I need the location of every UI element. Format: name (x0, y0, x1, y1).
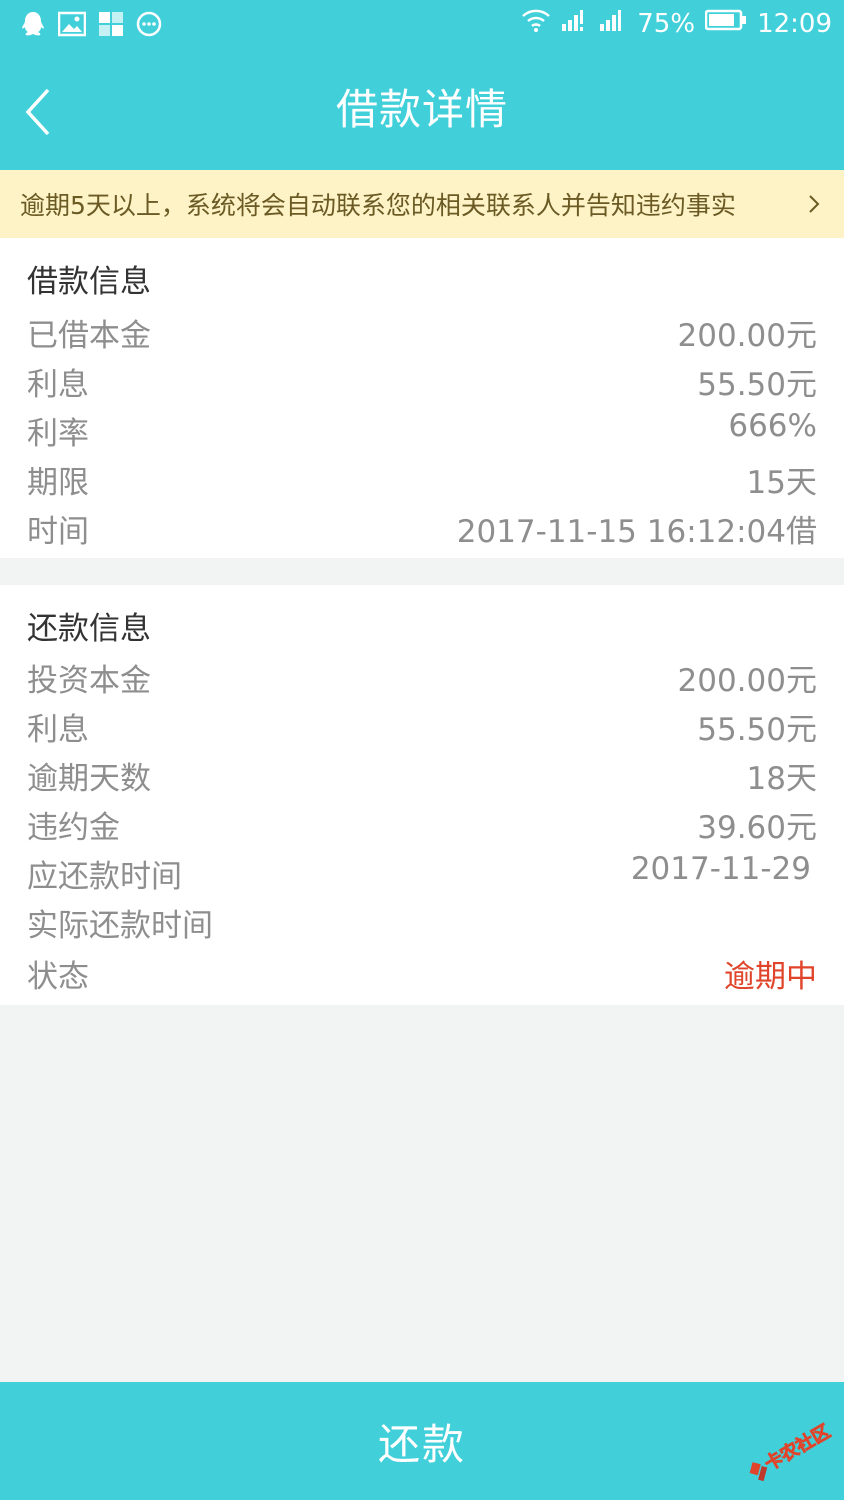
row-value: 200.00元 (677, 318, 817, 354)
repay-row-status: 状态 逾期中 (27, 951, 817, 1000)
clock: 12:09 (757, 8, 832, 39)
row-value: 2017-11-29 (630, 851, 811, 887)
row-value: 2017-11-15 16:12:04借 (456, 514, 817, 550)
row-label: 利率 (27, 416, 89, 452)
row-label: 违约金 (27, 810, 120, 846)
row-value: 55.50元 (697, 367, 817, 403)
row-label: 状态 (27, 959, 89, 995)
row-value: 39.60元 (697, 810, 817, 846)
row-value: 200.00元 (677, 663, 817, 699)
row-value: 55.50元 (697, 712, 817, 748)
loan-row-interest: 利息 55.50元 (27, 359, 817, 408)
status-badge: 逾期中 (724, 959, 817, 995)
battery-icon (704, 8, 747, 39)
status-bar-notifications (20, 10, 162, 42)
row-label: 已借本金 (27, 318, 151, 354)
notice-text: 逾期5天以上，系统将会自动联系您的相关联系人并告知违约事实 (20, 191, 736, 220)
wifi-icon (521, 8, 551, 39)
status-bar-system: 75% 12:09 (521, 8, 832, 39)
signal-icon-2 (599, 8, 627, 39)
row-value: 15天 (746, 465, 817, 501)
repay-row-overdue-days: 逾期天数 18天 (27, 753, 817, 802)
page-title: 借款详情 (335, 85, 508, 134)
repay-button[interactable]: 还款 (0, 1382, 844, 1500)
row-value: 666% (728, 408, 817, 444)
apps-icon (98, 11, 124, 41)
signal-icon-1 (561, 8, 589, 39)
repay-row-actual-date: 实际还款时间 (27, 900, 817, 949)
battery-percent: 75% (637, 8, 696, 39)
repay-row-interest: 利息 55.50元 (27, 704, 817, 753)
status-bar: 75% 12:09 (0, 0, 844, 50)
row-label: 逾期天数 (27, 761, 151, 797)
row-label: 利息 (27, 712, 89, 748)
row-label: 应还款时间 (27, 859, 182, 895)
row-label: 利息 (27, 367, 89, 403)
qq-icon (20, 10, 46, 42)
chevron-right-icon (809, 195, 820, 213)
overdue-notice[interactable]: 逾期5天以上，系统将会自动联系您的相关联系人并告知违约事实 (0, 170, 844, 238)
repay-info-title: 还款信息 (27, 611, 151, 647)
row-label: 投资本金 (27, 663, 151, 699)
loan-row-rate: 利率 666% (27, 408, 817, 457)
row-label: 时间 (27, 514, 89, 550)
repay-row-principal: 投资本金 200.00元 (27, 655, 817, 704)
loan-row-term: 期限 15天 (27, 457, 817, 506)
watermark-logo: 卡农社区 (749, 1422, 834, 1482)
more-circle-icon (136, 11, 162, 41)
app-header: 借款详情 (0, 50, 844, 170)
image-icon (57, 11, 87, 41)
watermark-text: 卡农社区 (761, 1422, 834, 1475)
row-value: 18天 (746, 761, 817, 797)
loan-info-title: 借款信息 (27, 264, 151, 300)
row-label: 期限 (27, 465, 89, 501)
repay-info-section: 还款信息 投资本金 200.00元 利息 55.50元 逾期天数 18天 违约金… (0, 585, 844, 1005)
loan-row-principal: 已借本金 200.00元 (27, 310, 817, 359)
repay-row-penalty: 违约金 39.60元 (27, 802, 817, 851)
loan-info-section: 借款信息 已借本金 200.00元 利息 55.50元 利率 666% 期限 1… (0, 238, 844, 558)
loan-row-time: 时间 2017-11-15 16:12:04借 (27, 506, 817, 555)
row-label: 实际还款时间 (27, 908, 213, 944)
repay-row-due-date: 应还款时间 2017-11-29 (27, 851, 817, 900)
